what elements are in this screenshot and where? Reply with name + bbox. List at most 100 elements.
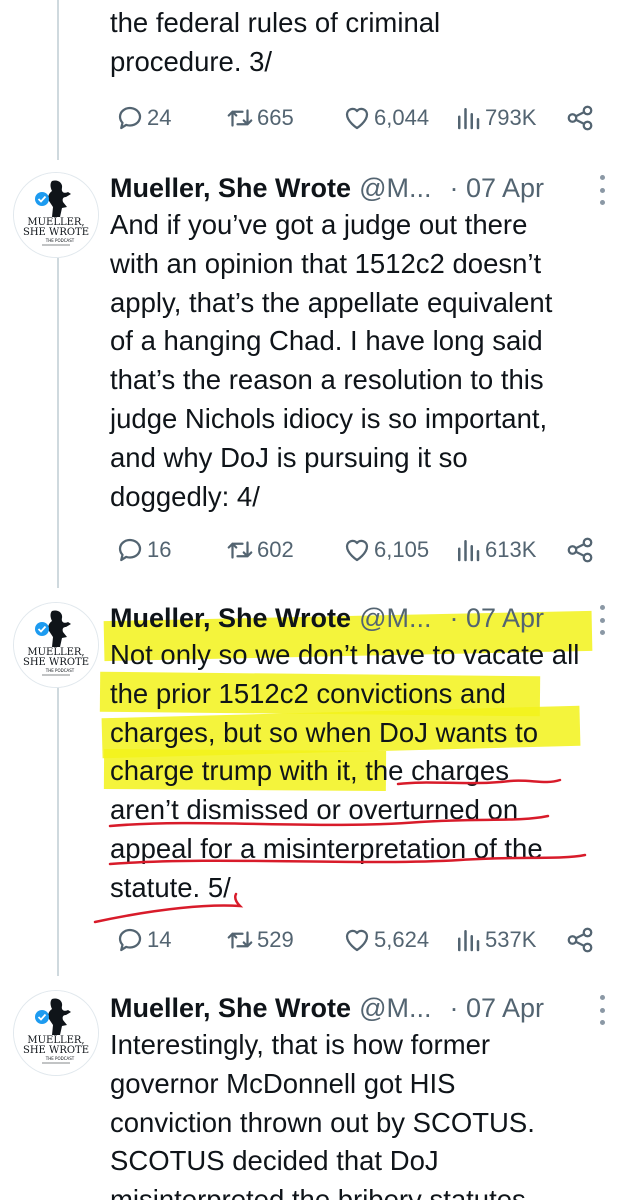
- tweet-text-line: that’s the reason a resolution to this: [110, 364, 544, 396]
- tweet-date[interactable]: · 07 Apr: [449, 173, 544, 204]
- tweet-5[interactable]: MUELLER, SHE WROTE THE PODCAST Mueller, …: [0, 590, 635, 980]
- avatar-brand-line: THE PODCAST: [45, 1056, 75, 1061]
- tweet-actions: 16 602 6,105 613K: [105, 530, 605, 570]
- avatar[interactable]: MUELLER, SHE WROTE THE PODCAST: [13, 602, 99, 688]
- like-count: 5,624: [374, 927, 430, 952]
- share-button[interactable]: [565, 920, 597, 960]
- share-icon: [567, 537, 593, 563]
- avatar-logo: MUELLER, SHE WROTE THE PODCAST: [14, 173, 98, 257]
- tweet-text-line: doggedly: 4/: [110, 480, 260, 512]
- avatar[interactable]: MUELLER, SHE WROTE THE PODCAST: [13, 172, 99, 258]
- tweet-text-line: charge trump with it, the charges: [110, 755, 509, 787]
- retweet-button[interactable]: 665: [225, 98, 294, 138]
- views-button[interactable]: 537K: [453, 920, 536, 960]
- tweet-actions: 14 529 5,624 537K: [105, 920, 605, 960]
- tweet-text: And if you’ve got a judge out there with…: [110, 206, 615, 516]
- tweet-text-line: Not only so we don’t have to vacate all: [110, 639, 580, 670]
- tweet-text-line: the federal rules of criminal: [110, 7, 441, 38]
- tweet-text-line: SCOTUS decided that DoJ: [110, 1145, 439, 1177]
- tweet-3[interactable]: the federal rules of criminal procedure.…: [0, 0, 635, 150]
- like-button[interactable]: 5,624: [342, 920, 429, 960]
- more-icon[interactable]: [597, 995, 607, 1025]
- tweet-text-line: judge Nichols idiocy is so important,: [110, 402, 548, 434]
- tweet-header: Mueller, She Wrote @M... · 07 Apr: [110, 168, 605, 208]
- tweet-text-line: of a hanging Chad. I have long said: [110, 325, 543, 357]
- avatar[interactable]: MUELLER, SHE WROTE THE PODCAST: [13, 990, 99, 1076]
- reply-count: 14: [147, 927, 172, 952]
- reply-icon: [118, 106, 142, 130]
- reply-button[interactable]: 24: [115, 98, 171, 138]
- tweet-text-line: aren’t dismissed or overturned on: [110, 794, 519, 826]
- reply-button[interactable]: 14: [115, 920, 171, 960]
- author-handle[interactable]: @M...: [359, 173, 431, 204]
- like-button[interactable]: 6,044: [342, 98, 429, 138]
- share-button[interactable]: [565, 530, 597, 570]
- retweet-button[interactable]: 602: [225, 530, 294, 570]
- views-icon: [458, 540, 480, 562]
- views-count: 613K: [485, 537, 537, 562]
- more-icon[interactable]: [597, 605, 607, 635]
- tweet-text: Not only so we don’t have to vacate all …: [110, 636, 615, 908]
- avatar-logo: MUELLER, SHE WROTE THE PODCAST: [14, 603, 98, 687]
- tweet-text-line: Interestingly, that is how former: [110, 1029, 491, 1060]
- retweet-button[interactable]: 529: [225, 920, 294, 960]
- views-button[interactable]: 793K: [453, 98, 536, 138]
- share-icon: [567, 927, 593, 953]
- tweet-text: Interestingly, that is how former govern…: [110, 1026, 615, 1200]
- like-icon: [345, 929, 369, 952]
- tweet-text-line: procedure. 3/: [110, 45, 273, 77]
- views-count: 793K: [485, 105, 537, 130]
- like-icon: [345, 107, 369, 130]
- share-button[interactable]: [565, 98, 597, 138]
- tweet-4[interactable]: MUELLER, SHE WROTE THE PODCAST Mueller, …: [0, 160, 635, 590]
- views-button[interactable]: 613K: [453, 530, 536, 570]
- more-icon[interactable]: [597, 175, 607, 205]
- verified-badge-icon: [35, 622, 49, 636]
- share-icon: [567, 105, 593, 131]
- avatar-brand-line: THE PODCAST: [45, 668, 75, 673]
- tweet-text-line: governor McDonnell got HIS: [110, 1067, 456, 1099]
- tweet-actions: 24 665 6,044 793K: [105, 98, 605, 138]
- tweet-header: Mueller, She Wrote @M... · 07 Apr: [110, 598, 605, 638]
- retweet-count: 529: [257, 927, 294, 952]
- author-name[interactable]: Mueller, She Wrote: [110, 173, 351, 204]
- author-name[interactable]: Mueller, She Wrote: [110, 603, 351, 634]
- tweet-text-line: appeal for a misinterpretation of the: [110, 832, 543, 864]
- reply-icon: [118, 538, 142, 562]
- tweet-text-line: and why DoJ is pursuing it so: [110, 441, 468, 473]
- verified-badge-icon: [35, 192, 49, 206]
- tweet-text-line: the prior 1512c2 convictions and: [110, 677, 506, 709]
- retweet-icon: [227, 931, 253, 949]
- tweet-text: the federal rules of criminal procedure.…: [110, 4, 615, 82]
- tweet-6[interactable]: MUELLER, SHE WROTE THE PODCAST Mueller, …: [0, 978, 635, 1200]
- reply-button[interactable]: 16: [115, 530, 171, 570]
- author-name[interactable]: Mueller, She Wrote: [110, 993, 351, 1024]
- avatar-brand-line: SHE WROTE: [23, 1045, 89, 1056]
- tweet-date[interactable]: · 07 Apr: [449, 993, 544, 1024]
- tweet-text-line: And if you’ve got a judge out there: [110, 209, 528, 240]
- views-count: 537K: [485, 927, 537, 952]
- tweet-text-line: statute. 5/: [110, 871, 231, 903]
- retweet-count: 665: [257, 105, 294, 130]
- verified-badge-icon: [35, 1010, 49, 1024]
- avatar-logo: MUELLER, SHE WROTE THE PODCAST: [14, 991, 98, 1075]
- like-count: 6,105: [374, 537, 430, 562]
- avatar-brand-line: SHE WROTE: [23, 657, 89, 668]
- tweet-date[interactable]: · 07 Apr: [449, 603, 544, 634]
- tweet-text-line: apply, that’s the appellate equivalent: [110, 286, 553, 318]
- tweet-text-line: charges, but so when DoJ wants to: [110, 716, 539, 748]
- views-icon: [458, 108, 480, 130]
- author-handle[interactable]: @M...: [359, 603, 431, 634]
- reply-count: 24: [147, 105, 172, 130]
- tweet-text-line: misinterpreted the bribery statutes: [110, 1184, 526, 1200]
- retweet-icon: [227, 109, 253, 127]
- views-icon: [458, 930, 480, 952]
- like-count: 6,044: [374, 105, 430, 130]
- avatar-brand-line: THE PODCAST: [45, 238, 75, 243]
- tweet-header: Mueller, She Wrote @M... · 07 Apr: [110, 988, 605, 1028]
- author-handle[interactable]: @M...: [359, 993, 431, 1024]
- like-button[interactable]: 6,105: [342, 530, 429, 570]
- avatar-brand-line: SHE WROTE: [23, 227, 89, 238]
- tweet-text-line: conviction thrown out by SCOTUS.: [110, 1106, 535, 1138]
- reply-count: 16: [147, 537, 172, 562]
